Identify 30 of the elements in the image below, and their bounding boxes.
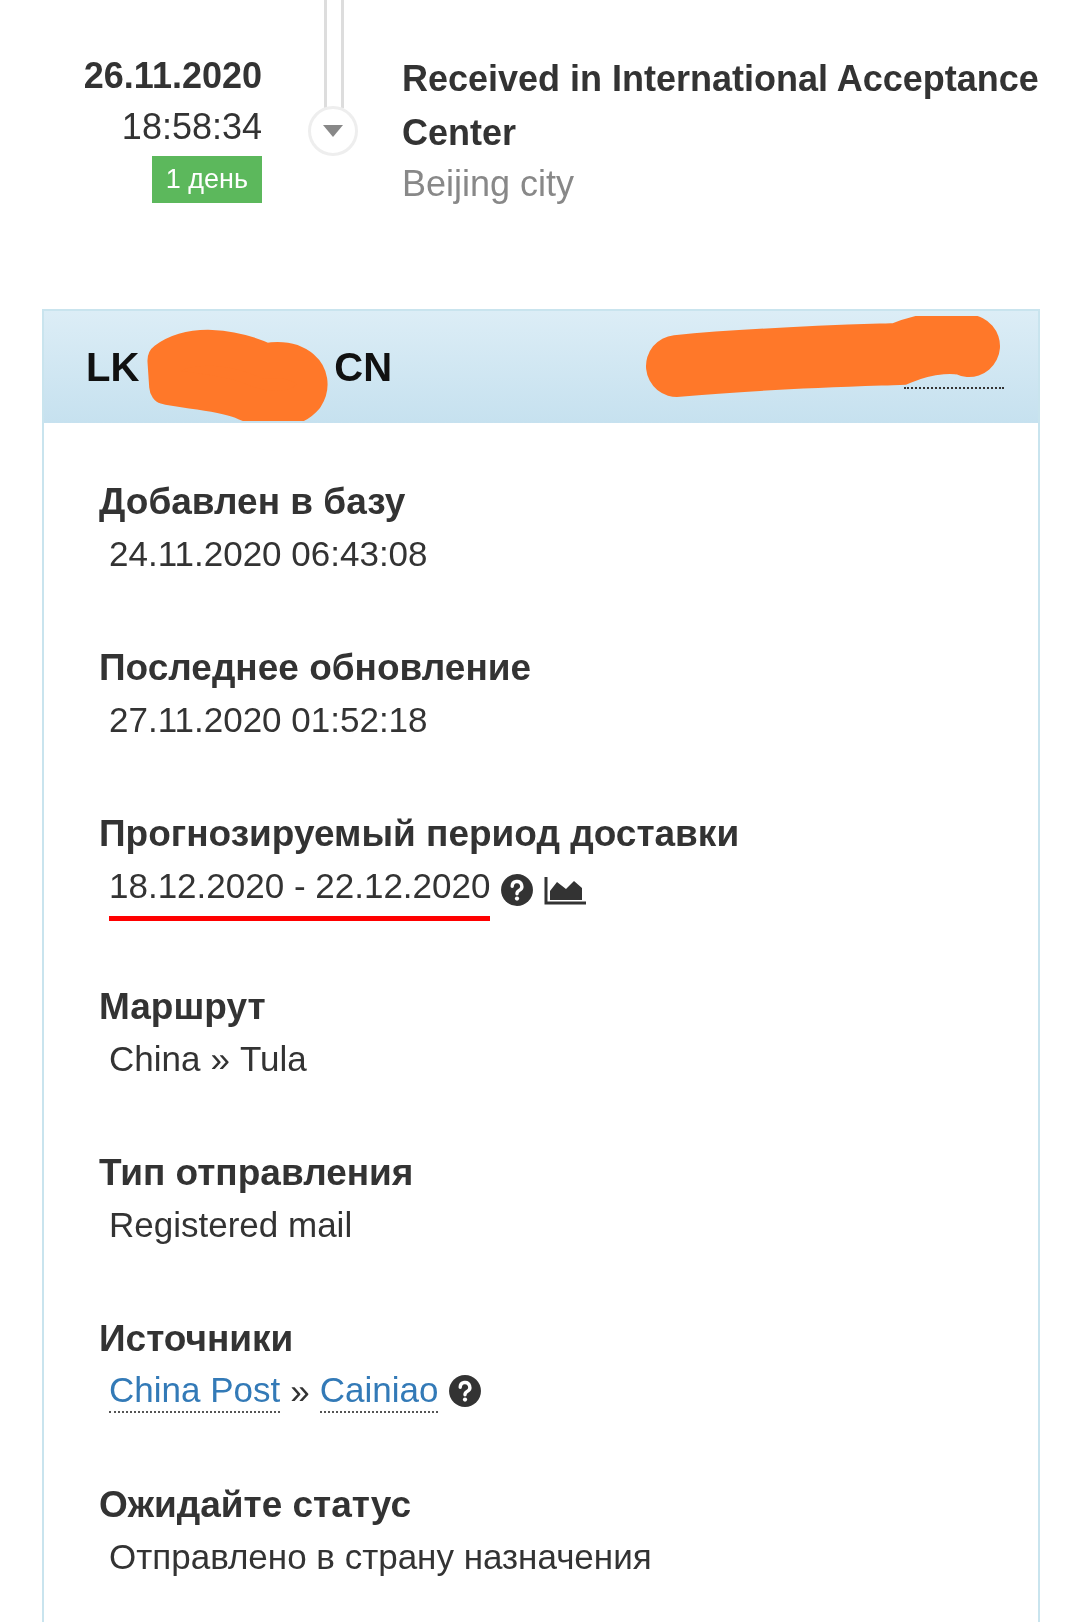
field-value: Registered mail — [109, 1204, 353, 1246]
duration-badge: 1 день — [151, 156, 262, 203]
field-label: Тип отправления — [99, 1151, 415, 1195]
help-icon[interactable] — [500, 872, 535, 907]
field-value: 18.12.2020 - 22.12.2020 — [109, 865, 491, 907]
field-label: Источники — [99, 1317, 295, 1361]
area-chart-icon[interactable] — [544, 874, 589, 905]
field-label: Прогнозируемый период доставки — [99, 812, 741, 856]
tracking-number: LK — [86, 344, 140, 390]
field-label: Маршрут — [99, 985, 267, 1029]
separator: » — [290, 1370, 310, 1412]
event-location: Beijing city — [402, 162, 576, 206]
help-icon[interactable] — [448, 1374, 483, 1408]
separator: » — [210, 1038, 230, 1080]
event-time: 18:58:34 — [121, 105, 262, 149]
route-place: China — [109, 1038, 201, 1080]
tracking-number: CN — [334, 344, 393, 390]
field-label: Последнее обновление — [99, 646, 533, 690]
timeline-node[interactable] — [308, 106, 358, 156]
field-value: 24.11.2020 06:43:08 — [109, 533, 428, 575]
caret-icon — [322, 124, 344, 138]
source-link[interactable]: Cainiao — [319, 1369, 439, 1413]
route-place: Tula — [239, 1038, 307, 1080]
source-link[interactable]: China Post — [109, 1369, 281, 1413]
event-date: 26.11.2020 — [83, 54, 262, 98]
field-value: 27.11.2020 01:52:18 — [109, 699, 428, 741]
field-value: Отправлено в страну назначения — [109, 1536, 652, 1578]
field-label: Ожидайте статус — [99, 1483, 413, 1527]
event-title: Received in International Acceptance Center — [402, 57, 1040, 155]
field-label: Добавлен в базу — [99, 480, 407, 524]
